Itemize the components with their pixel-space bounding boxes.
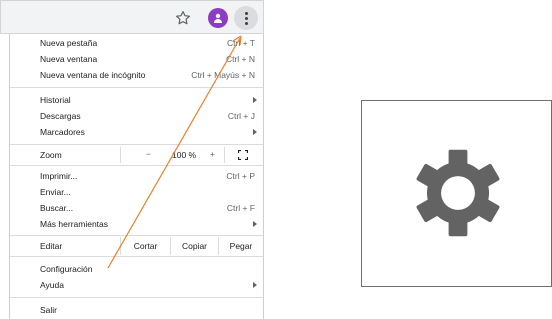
copy-button[interactable]: Copiar <box>170 237 218 255</box>
menu-item-exit[interactable]: Salir <box>10 303 263 317</box>
menu-separator <box>10 144 263 145</box>
menu-item-print[interactable]: Imprimir... Ctrl + P <box>10 169 263 183</box>
menu-item-settings[interactable]: Configuración <box>10 262 263 276</box>
menu-item-label: Marcadores <box>40 127 85 137</box>
three-dot-menu-icon[interactable] <box>234 6 258 30</box>
menu-item-label: Enviar... <box>40 187 71 197</box>
edit-label: Editar <box>40 241 63 251</box>
menu-item-shortcut: Ctrl + T <box>227 38 255 48</box>
menu-item-label: Historial <box>40 95 71 105</box>
profile-avatar-icon[interactable] <box>208 8 228 28</box>
menu-edit-row: Editar Cortar Copiar Pegar <box>10 237 263 255</box>
menu-item-send[interactable]: Enviar... <box>10 185 263 199</box>
submenu-arrow-icon <box>253 97 257 103</box>
zoom-divider <box>120 147 121 163</box>
star-icon[interactable] <box>174 9 192 27</box>
menu-separator <box>10 87 263 88</box>
menu-item-shortcut: Ctrl + N <box>225 54 255 64</box>
menu-separator <box>10 297 263 298</box>
menu-item-new-tab[interactable]: Nueva pestaña Ctrl + T <box>10 36 263 50</box>
zoom-out-button[interactable]: − <box>146 149 151 159</box>
menu-separator <box>10 256 263 257</box>
menu-item-shortcut: Ctrl + Mayús + N <box>191 70 255 80</box>
menu-item-help[interactable]: Ayuda <box>10 278 263 292</box>
menu-item-new-window[interactable]: Nueva ventana Ctrl + N <box>10 52 263 66</box>
menu-item-find[interactable]: Buscar... Ctrl + F <box>10 201 263 215</box>
gear-icon <box>416 149 500 237</box>
zoom-in-button[interactable]: + <box>210 149 215 159</box>
zoom-divider <box>224 147 225 163</box>
zoom-level: 100 % <box>172 150 197 160</box>
menu-item-downloads[interactable]: Descargas Ctrl + J <box>10 109 263 123</box>
menu-item-label: Salir <box>40 305 58 315</box>
submenu-arrow-icon <box>253 129 257 135</box>
submenu-arrow-icon <box>253 282 257 288</box>
settings-gear-panel <box>361 100 552 287</box>
submenu-arrow-icon <box>253 221 257 227</box>
browser-toolbar <box>0 0 264 34</box>
menu-item-shortcut: Ctrl + F <box>226 203 255 213</box>
cut-button[interactable]: Cortar <box>120 237 170 255</box>
chrome-main-menu: Nueva pestaña Ctrl + T Nueva ventana Ctr… <box>9 34 264 319</box>
menu-item-bookmarks[interactable]: Marcadores <box>10 125 263 139</box>
menu-item-label: Configuración <box>40 264 93 274</box>
menu-separator <box>10 165 263 166</box>
paste-button[interactable]: Pegar <box>218 237 263 255</box>
menu-item-incognito[interactable]: Nueva ventana de incógnito Ctrl + Mayús … <box>10 68 263 82</box>
menu-item-shortcut: Ctrl + P <box>226 171 255 181</box>
profile-figure-icon <box>214 13 222 23</box>
menu-zoom-row: Zoom − 100 % + <box>10 147 263 163</box>
menu-item-more-tools[interactable]: Más herramientas <box>10 217 263 231</box>
menu-item-history[interactable]: Historial <box>10 93 263 107</box>
menu-item-label: Ayuda <box>40 280 64 290</box>
menu-separator <box>10 235 263 236</box>
fullscreen-icon[interactable] <box>238 150 248 160</box>
zoom-label: Zoom <box>40 150 62 160</box>
menu-item-shortcut: Ctrl + J <box>227 111 255 121</box>
menu-item-label: Más herramientas <box>40 219 109 229</box>
